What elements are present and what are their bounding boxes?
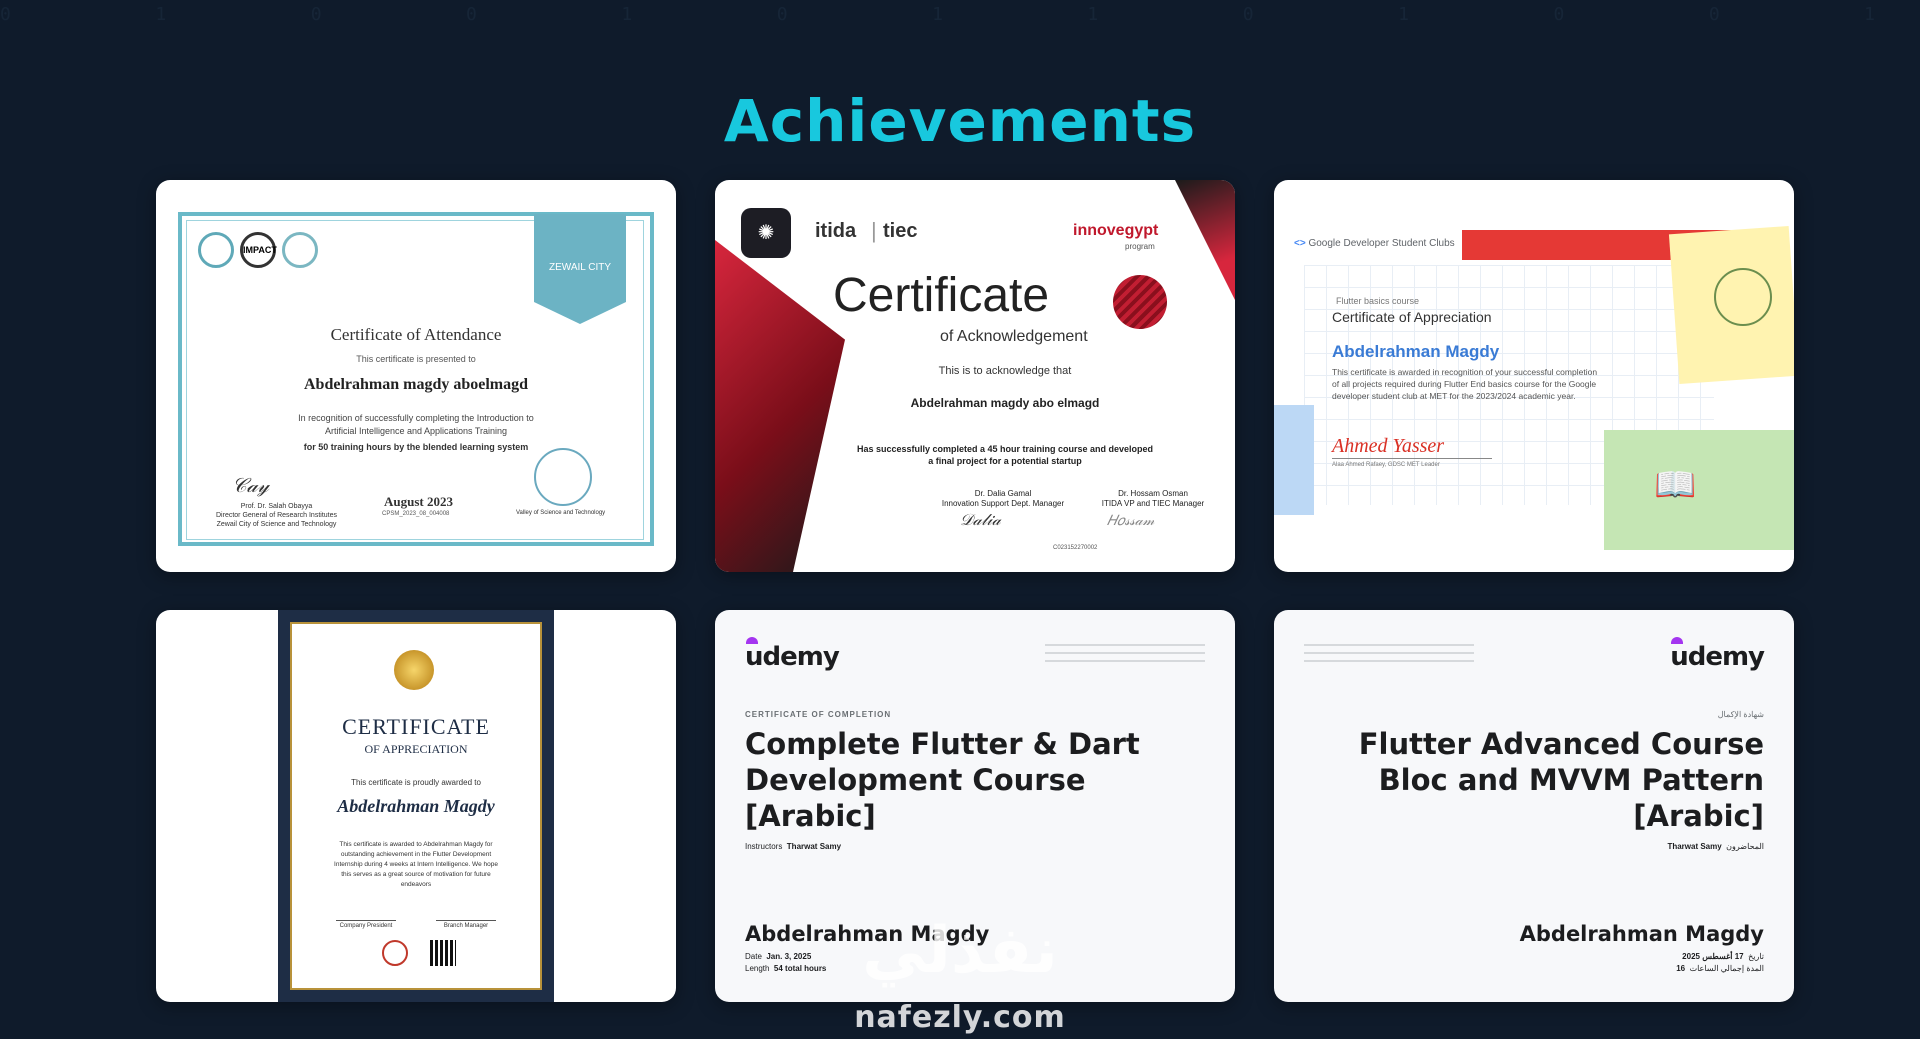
- course-title-line3: [Arabic]: [1633, 799, 1764, 833]
- instructors: Instructors Tharwat Samy: [745, 842, 841, 851]
- brain-icon: ✺: [741, 208, 791, 258]
- decorative-disc: [1113, 275, 1167, 329]
- signer-title-1: Director General of Research Institutes: [216, 512, 337, 519]
- certificate-date: August 2023: [384, 494, 453, 509]
- watermark-latin: nafezly.com: [854, 1000, 1066, 1035]
- signer-1-title: Innovation Support Dept. Manager: [941, 499, 1065, 508]
- recipient-name: Abdelrahman magdy aboelmagd: [303, 376, 529, 393]
- seal-caption: Valley of Science and Technology: [516, 510, 606, 516]
- signer-block: Prof. Dr. Salah Obayya Director General …: [216, 502, 337, 529]
- red-decoration-top-right: [1175, 180, 1235, 300]
- recipient-name: Abdelrahman Magdy: [337, 796, 495, 816]
- impact-logo-icon: IMPACT: [240, 232, 277, 268]
- logo-divider: |: [871, 218, 877, 243]
- certificate-body-line1: This certificate is awarded to Abdelrahm…: [339, 841, 493, 848]
- udemy-logo: udemy: [745, 637, 840, 672]
- medal-icon: [394, 650, 434, 690]
- certificate-serial: C023152270002: [1053, 545, 1098, 551]
- signer-2: Dr. Hossam Osman ITIDA VP and TIEC Manag…: [1085, 489, 1221, 509]
- tiec-logo: tiec: [883, 220, 918, 242]
- globe-icon: [1714, 268, 1772, 326]
- certificate-body-line2: of all projects required during Flutter …: [1332, 379, 1597, 389]
- certificate-body: This certificate is awarded to Abdelrahm…: [306, 840, 526, 890]
- certificate-card-zewail[interactable]: IMPACT ZEWAIL CITY Certificate of Attend…: [156, 180, 676, 572]
- certificate-body-line4: this serves as a great source of motivat…: [341, 871, 491, 878]
- signer-1-name: Dr. Dalia Gamal: [974, 489, 1032, 498]
- certificate-body-line3: developer student club at MET for the 20…: [1332, 391, 1576, 401]
- instructor-name: Tharwat Samy: [786, 842, 842, 851]
- certificate-card-itida[interactable]: ✺ itida | tiec innovegypt program Certif…: [715, 180, 1235, 572]
- course-title-line1: Flutter Advanced Course: [1358, 727, 1764, 761]
- certificate-heading: Certificate of Attendance: [330, 325, 502, 344]
- signature-line: [1332, 458, 1492, 459]
- course-title-line3: [Arabic]: [745, 799, 876, 833]
- program-logo-icon: [282, 232, 318, 268]
- badge-text: ZEWAIL CITY: [548, 262, 612, 273]
- course-title-line2: Development Course: [745, 763, 1086, 797]
- course-name: Flutter basics course: [1336, 296, 1420, 306]
- instructors: المحاضرون Tharwat Samy: [1667, 842, 1764, 851]
- gdsc-org: <> Google Developer Student Clubs: [1294, 238, 1455, 249]
- itida-logo: itida: [815, 220, 857, 242]
- certificate-url-block: [1304, 644, 1474, 668]
- certificate-body-line3: Internship during 4 weeks at Intern Inte…: [334, 861, 498, 868]
- certificate-label: شهادة الإكمال: [1717, 710, 1764, 719]
- certificate-label: CERTIFICATE OF COMPLETION: [745, 710, 892, 719]
- course-title-line1: Complete Flutter & Dart: [745, 727, 1140, 761]
- seal-icon: [534, 448, 592, 506]
- course-title: Complete Flutter & Dart Development Cour…: [745, 726, 1140, 834]
- course-title: Flutter Advanced Course Bloc and MVVM Pa…: [1359, 726, 1764, 834]
- course-title-line2: Bloc and MVVM Pattern: [1378, 763, 1764, 797]
- recipient-name: Abdelrahman magdy abo elmagd: [910, 396, 1100, 410]
- certificate-body-line1: This certificate is awarded in recogniti…: [1332, 367, 1598, 377]
- page-title: Achievements: [723, 86, 1197, 155]
- signature-mark: 𝒞𝒶𝓎: [232, 475, 270, 497]
- signer-title-2: Zewail City of Science and Technology: [216, 521, 337, 528]
- signature: Ahmed Yasser: [1332, 435, 1445, 457]
- gdsc-brackets-icon: <>: [1294, 238, 1306, 249]
- logo-row: IMPACT: [198, 232, 318, 268]
- certificate-body-line5: endeavors: [400, 881, 432, 888]
- certificate-body-line2: a final project for a potential startup: [928, 456, 1082, 466]
- gdsc-org-name: Google Developer Student Clubs: [1308, 238, 1455, 249]
- udemy-logo: udemy: [1670, 637, 1765, 672]
- blue-note-decoration: [1274, 405, 1314, 515]
- certificate-subheading: of Acknowledgement: [940, 328, 1088, 345]
- certificate-body: This certificate is awarded in recogniti…: [1332, 366, 1597, 402]
- instructors-label: المحاضرون: [1726, 842, 1764, 851]
- certificate-intro: This certificate is proudly awarded to: [351, 778, 481, 787]
- certificate-intro: This is to acknowledge that: [938, 365, 1072, 377]
- certificate-subheading: OF APPRECIATION: [364, 742, 468, 756]
- signer-2-name: Dr. Hossam Osman: [1118, 489, 1188, 498]
- certificate-heading: Certificate of Appreciation: [1332, 309, 1492, 325]
- certificate-presented: This certificate is presented to: [356, 354, 476, 364]
- certificate-heading: CERTIFICATE: [342, 714, 490, 739]
- signature-2-mark: 𝐻𝑜𝓈𝓈𝒶𝓂: [1107, 514, 1155, 529]
- certificate-card-gdsc[interactable]: <> Google Developer Student Clubs Flutte…: [1274, 180, 1794, 572]
- certificate-hours: for 50 training hours by the blended lea…: [303, 442, 529, 452]
- certificate-body-line1: In recognition of successfully completin…: [298, 413, 534, 423]
- instructors-label: Instructors: [745, 842, 783, 851]
- signer-1: Dr. Dalia Gamal Innovation Support Dept.…: [933, 489, 1073, 509]
- zewail-badge: ZEWAIL CITY: [534, 214, 626, 324]
- certificate-body-line2: outstanding achievement in the Flutter D…: [340, 851, 492, 858]
- university-logo-icon: [198, 232, 234, 268]
- certificate-body-line1: Has successfully completed a 45 hour tra…: [856, 444, 1154, 454]
- book-icon: 📖: [1654, 466, 1697, 504]
- signature-1-mark: 𝒟𝒶𝓁𝒾𝒶: [960, 512, 1001, 529]
- certificate-url-block: [1045, 644, 1205, 668]
- signer-name: Alaa Ahmed Rafaey, GDSC MET Leader: [1332, 462, 1440, 468]
- innovegypt-logo: innovegypt: [1073, 222, 1159, 239]
- certificate-reference: CPSM_2023_08_004008: [382, 511, 450, 517]
- recipient-name: Abdelrahman Magdy: [1332, 342, 1500, 361]
- certificate-body-line2: Artificial Intelligence and Applications…: [324, 426, 508, 436]
- watermark-arabic: نفذلي: [862, 914, 1058, 988]
- green-note-decoration: [1604, 430, 1794, 550]
- innovegypt-sub: program: [1125, 242, 1155, 251]
- certificate-heading: Certificate: [833, 269, 1050, 322]
- signer-2-title: ITIDA VP and TIEC Manager: [1101, 499, 1205, 508]
- instructor-name: Tharwat Samy: [1667, 842, 1722, 851]
- signer-name: Prof. Dr. Salah Obayya: [240, 503, 313, 510]
